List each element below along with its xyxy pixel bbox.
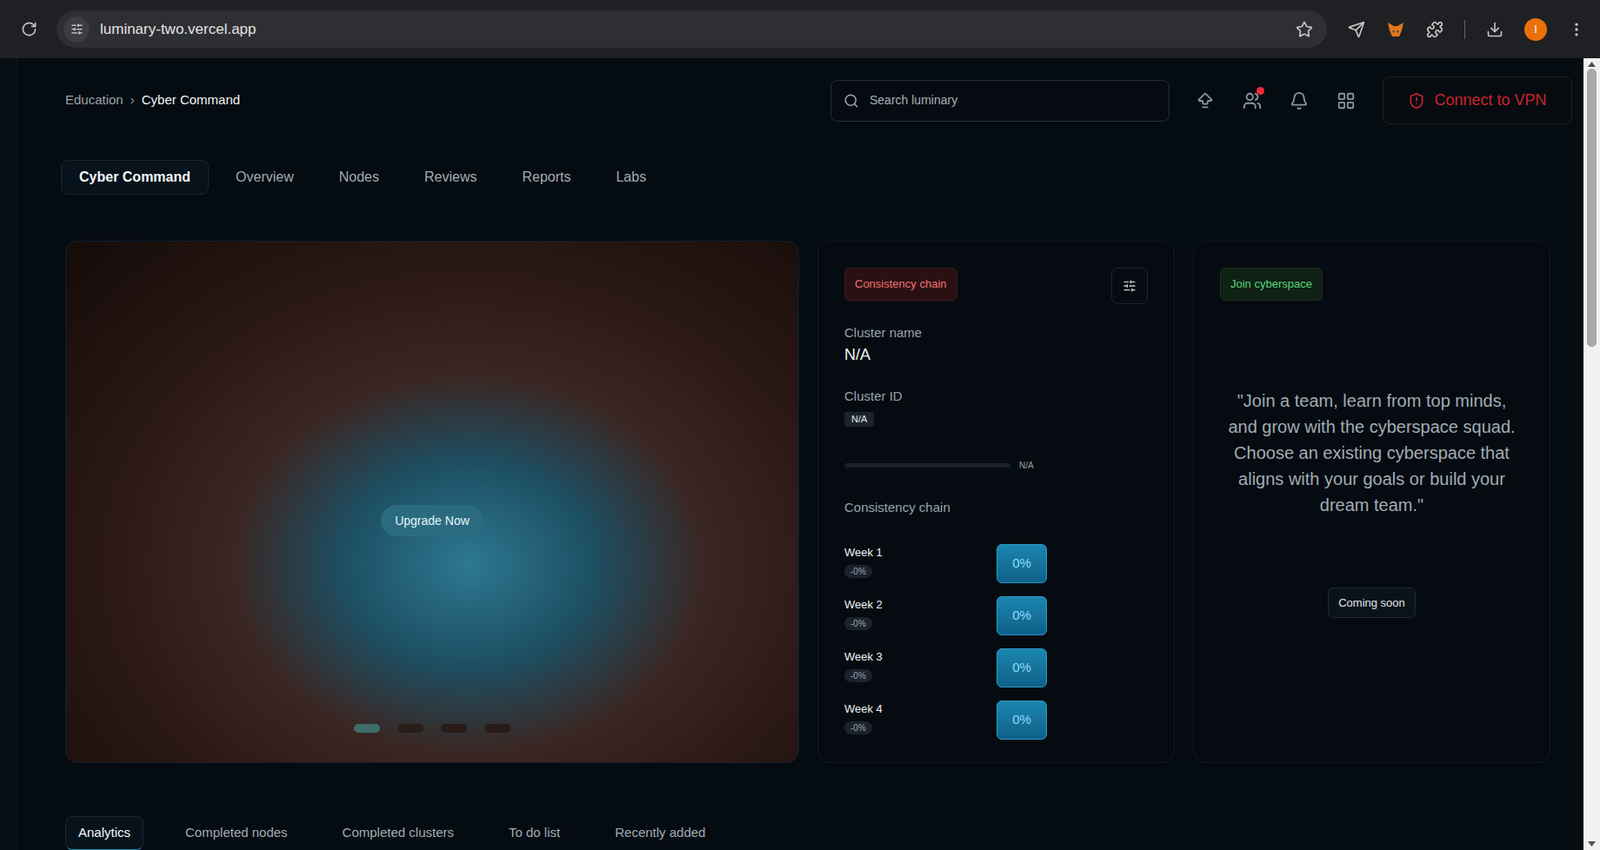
main-content: Education › Cyber Command Search luminary Co… [17,58,1584,850]
week-label: Week 1 [844,546,997,560]
hero-carousel[interactable]: Upgrade Now [65,240,800,764]
scrollbar-thumb[interactable] [1586,68,1597,347]
bookmark-star-icon[interactable] [1295,20,1314,39]
cluster-name-label: Cluster name [844,325,1148,341]
header-action-button[interactable] [1242,91,1262,111]
week-label: Week 4 [844,702,997,717]
header-actions [1195,91,1356,111]
download-icon[interactable] [1486,20,1504,39]
week-row: Week 2 -0% 0% [844,596,1148,636]
cluster-progress: N/A [844,459,1148,473]
search-field[interactable]: Search luminary [830,80,1170,122]
breadcrumb-separator: › [130,90,135,111]
bottom-tabs: Analytics Completed nodes Completed cluste… [65,816,1573,850]
app: luminary-two.vercel.app I Education › Cyber … [0,0,1600,850]
header-action-button[interactable] [1289,91,1309,111]
carousel-dot[interactable] [440,724,467,734]
bottom-tab[interactable]: Completed clusters [329,816,467,850]
upgrade-now-button[interactable]: Upgrade Now [380,505,484,537]
week-value-box: 0% [996,596,1047,636]
tab[interactable]: Overview [217,160,313,195]
site-info-button[interactable] [63,16,90,43]
carousel-dot[interactable] [484,724,511,734]
sliders-icon [1122,279,1137,294]
bottom-tab[interactable]: Analytics [65,816,144,850]
week-label: Week 2 [844,598,997,613]
vpn-icon [1407,92,1426,110]
url-text: luminary-two.vercel.app [100,18,1296,41]
vpn-button[interactable]: Connect to VPN [1382,76,1573,125]
tab[interactable]: Nodes [320,160,398,195]
cluster-id-label: Cluster ID [844,388,1148,405]
menu-icon[interactable] [1567,20,1586,39]
cluster-id-chip: N/A [844,412,874,427]
tab[interactable]: Reports [503,160,589,195]
week-value-box: 0% [996,700,1047,740]
scroll-up-arrow-icon[interactable] [1587,61,1596,67]
join-badge: Join cyberspace [1220,267,1323,301]
consistency-card: Consistency chain Cluster name N/A Cluster … [817,240,1175,764]
coming-soon-button[interactable]: Coming soon [1327,587,1416,619]
week-change-chip: -0% [844,565,873,579]
breadcrumb: Education › Cyber Command [65,90,831,111]
week-value-box: 0% [996,648,1047,688]
browser-toolbar: luminary-two.vercel.app I [0,0,1600,59]
week-row: Week 3 -0% 0% [844,648,1148,688]
apps-icon [1336,91,1356,111]
bottom-tab[interactable]: Completed nodes [172,816,301,850]
chain-title: Consistency chain [844,500,1148,516]
search-placeholder: Search luminary [869,91,958,110]
bottom-tab[interactable]: To do list [495,816,574,850]
week-row: Week 4 -0% 0% [844,700,1148,740]
fox-extension-icon[interactable] [1386,20,1406,40]
tab[interactable]: Labs [597,160,665,195]
cards-grid: Upgrade Now Consistency chain Cluster name… [65,240,1573,764]
left-rail [0,58,18,850]
site-info-icon [70,22,84,36]
scrollbar[interactable] [1583,58,1600,850]
tab[interactable]: Cyber Command [60,160,209,195]
page-header: Education › Cyber Command Search luminary Co… [65,76,1573,125]
join-quote: "Join a team, learn from top minds, and … [1220,387,1524,519]
settings-button[interactable] [1111,267,1148,305]
week-row: Week 1 -0% 0% [844,544,1148,584]
breadcrumb-item[interactable]: Education [65,90,124,111]
progress-track [844,463,1011,468]
bottom-tab[interactable]: Recently added [601,816,719,850]
notification-dot [1256,86,1265,95]
join-card: Join cyberspace "Join a team, learn from … [1193,240,1551,764]
main-tabs: Cyber CommandOverviewNodesReviewsReports… [60,160,1573,195]
week-change-chip: -0% [844,721,873,735]
reload-icon[interactable] [20,20,38,38]
profile-avatar[interactable]: I [1524,18,1547,41]
search-icon [843,93,860,109]
week-label: Week 3 [844,650,997,665]
week-value-box: 0% [996,544,1047,584]
toolbar-divider [1464,20,1466,40]
week-change-chip: -0% [844,669,873,683]
upgrade-icon [1195,91,1215,111]
carousel-dots [353,724,511,734]
week-list: Week 1-0%0%Week 2-0%0%Week 3-0%0%Week 4-… [844,544,1148,740]
consistency-badge: Consistency chain [844,267,958,301]
tab[interactable]: Reviews [406,160,495,195]
header-action-button[interactable] [1336,91,1356,111]
cluster-name-value: N/A [844,345,1148,365]
week-change-chip: -0% [844,617,873,631]
breadcrumb-item[interactable]: Cyber Command [141,90,240,111]
carousel-dot[interactable] [397,724,424,734]
extension-send-icon[interactable] [1347,20,1366,39]
header-action-button[interactable] [1195,91,1215,111]
address-bar[interactable]: luminary-two.vercel.app [56,10,1327,48]
progress-reading: N/A [1019,459,1034,473]
extensions-icon[interactable] [1426,20,1444,39]
scroll-down-arrow-icon[interactable] [1587,841,1596,847]
carousel-dot[interactable] [353,724,380,734]
bell-icon [1289,91,1309,111]
